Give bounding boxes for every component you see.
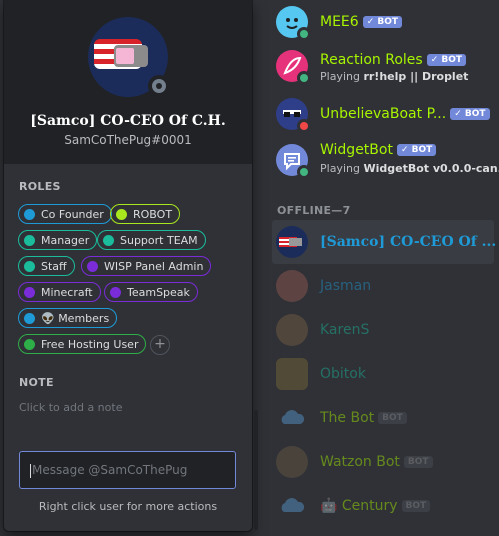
role-pill: Minecraft [18, 282, 101, 302]
member-name: Obitok [320, 366, 366, 382]
role-label: Co Founder [41, 207, 104, 221]
bot-badge: BOT [401, 500, 431, 512]
online-status-icon [297, 27, 311, 41]
member-name: MEE6 ✓ BOT [320, 14, 403, 30]
role-label: ROBOT [133, 207, 173, 221]
scrollbar[interactable] [254, 410, 258, 530]
bot-badge: ✓ BOT [450, 108, 490, 120]
member-name: UnbelievaBoat P... ✓ BOT [320, 106, 490, 122]
member-item-reaction-roles[interactable]: Reaction Roles ✓ BOT Playing rr!help || D… [272, 44, 494, 88]
member-name: Reaction Roles ✓ BOT [320, 52, 467, 68]
avatar [276, 402, 308, 434]
nyan-cat-icon [279, 237, 302, 247]
profile-tag: SamCoThePug#0001 [64, 133, 192, 147]
member-name: Watzon Bot BOT [320, 454, 433, 470]
member-activity: Playing rr!help || Droplet [320, 70, 469, 83]
role-label: Manager [41, 233, 90, 247]
note-heading: NOTE [19, 376, 54, 389]
role-color-dot [24, 286, 35, 298]
add-role-icon[interactable]: + [150, 335, 170, 355]
role-color-dot [87, 260, 98, 272]
avatar [276, 226, 308, 258]
profile-username: [Samco] CO-CEO Of C.H. [30, 113, 226, 129]
role-label: Minecraft [41, 285, 93, 299]
role-label: Support TEAM [120, 233, 198, 247]
bot-badge: ✓ BOT [426, 54, 467, 66]
role-pill: WISP Panel Admin [81, 256, 212, 276]
direct-message-input[interactable]: Message @SamCoThePug [19, 451, 236, 489]
member-item-watzon-bot[interactable]: Watzon Bot BOT [272, 440, 494, 484]
avatar [276, 270, 308, 302]
role-label: 👽 Members [41, 311, 110, 325]
role-color-dot [116, 208, 127, 220]
member-name: 🤖 Century BOT [320, 498, 431, 514]
member-item-mee6[interactable]: MEE6 ✓ BOT [272, 0, 494, 44]
role-color-dot [24, 338, 35, 350]
text-caret [30, 463, 31, 478]
role-pill: ROBOT [110, 204, 181, 224]
nyan-cat-image [114, 45, 148, 67]
member-item-unbelievaboat[interactable]: UnbelievaBoat P... ✓ BOT [272, 92, 494, 136]
user-profile-popout: [Samco] CO-CEO Of C.H. SamCoThePug#0001 … [4, 0, 252, 531]
member-name: The Bot BOT [320, 410, 407, 426]
roles-heading: ROLES [19, 180, 61, 193]
member-name: WidgetBot ✓ BOT [320, 142, 437, 158]
bot-badge: BOT [378, 412, 407, 424]
avatar [276, 490, 308, 522]
member-item-karens[interactable]: KarenS [272, 308, 494, 352]
message-placeholder: Message @SamCoThePug [32, 463, 188, 477]
profile-header: [Samco] CO-CEO Of C.H. SamCoThePug#0001 [4, 0, 252, 164]
role-pill: Co Founder [18, 204, 112, 224]
member-activity: Playing WidgetBot v0.0.0-can... [320, 162, 499, 175]
role-color-dot [24, 312, 35, 324]
cloud-icon [281, 498, 305, 512]
role-color-dot [24, 208, 35, 220]
bot-badge: ✓ BOT [362, 16, 403, 28]
member-item-obitok[interactable]: Obitok [272, 352, 494, 396]
role-color-dot [110, 286, 121, 298]
dnd-status-icon [297, 119, 311, 133]
offline-group-heading: OFFLINE—7 [277, 204, 351, 217]
role-pill: 👽 Members [18, 308, 118, 328]
member-name: KarenS [320, 322, 370, 338]
role-label: TeamSpeak [127, 285, 190, 299]
member-item-century[interactable]: 🤖 Century BOT [272, 484, 494, 528]
role-pill: Staff [18, 256, 75, 276]
member-name: [Samco] CO-CEO Of ... [320, 234, 497, 250]
role-pill: TeamSpeak [104, 282, 198, 302]
online-status-icon [297, 165, 311, 179]
avatar [276, 358, 308, 390]
bot-badge: BOT [403, 456, 433, 468]
role-color-dot [24, 260, 35, 272]
offline-status-icon [148, 75, 170, 97]
role-pill: Manager [18, 230, 98, 250]
role-color-dot [24, 234, 35, 246]
member-item-jasman[interactable]: Jasman [272, 264, 494, 308]
avatar [276, 314, 308, 346]
role-label: Free Hosting User [41, 337, 139, 351]
avatar [276, 446, 308, 478]
role-label: Staff [41, 259, 67, 273]
member-item-the-bot[interactable]: The Bot BOT [272, 396, 494, 440]
right-click-hint: Right click user for more actions [38, 500, 218, 513]
role-pill: Support TEAM [97, 230, 206, 250]
member-item-samco[interactable]: [Samco] CO-CEO Of ... [272, 220, 497, 264]
role-color-dot [103, 234, 114, 246]
online-status-icon [297, 71, 311, 85]
cloud-icon [281, 410, 305, 424]
bot-badge: ✓ BOT [396, 144, 437, 156]
member-item-widgetbot[interactable]: WidgetBot ✓ BOT Playing WidgetBot v0.0.0-… [272, 138, 499, 182]
member-name: Jasman [320, 278, 372, 294]
role-label: WISP Panel Admin [104, 259, 204, 273]
role-pill: Free Hosting User [18, 334, 147, 354]
note-input[interactable]: Click to add a note [19, 401, 122, 414]
